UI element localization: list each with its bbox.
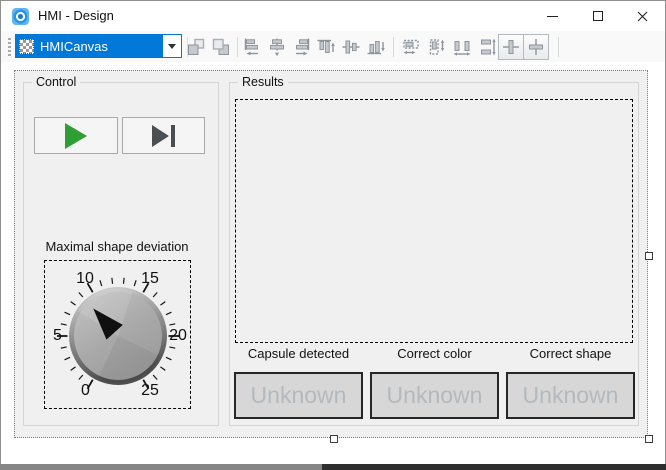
knob-scale-label: 20 [169,327,187,345]
align-bottoms-icon [366,37,386,57]
canvas-selector-combobox[interactable]: HMICanvas [15,34,182,58]
combobox-dropdown-button[interactable] [162,35,181,57]
knob-scale-label: 10 [76,270,94,288]
knob-scale-label: 25 [141,382,159,400]
align-centers-button[interactable] [264,34,290,60]
close-button[interactable] [620,1,665,31]
knob-scale-label: 15 [141,270,159,288]
close-icon [637,11,648,22]
make-same-width-icon [401,37,421,57]
horizontal-spacing-button[interactable] [449,34,475,60]
minimize-button[interactable] [530,1,575,31]
toolbar-separator [558,37,559,57]
screenshot: HMI - Design HMICanvas [0,0,666,470]
align-lefts-button[interactable] [239,34,265,60]
send-to-back-icon [211,37,231,57]
indicator-value: Unknown [523,382,619,409]
indicator-value: Unknown [387,382,483,409]
bring-to-front-button[interactable] [183,34,209,60]
indicator-label-shape: Correct shape [506,346,635,361]
center-horizontally-icon [501,37,521,57]
canvas-thumbnail-icon [19,39,34,54]
make-same-height-icon [427,37,447,57]
vertical-spacing-icon [477,37,497,57]
align-middles-button[interactable] [338,34,364,60]
indicator-panel-capsule[interactable]: Unknown [234,372,363,419]
toolbar-separator [237,37,238,57]
align-centers-icon [267,37,287,57]
align-lefts-icon [242,37,262,57]
align-tops-icon [316,37,336,57]
title-bar[interactable]: HMI - Design [1,1,665,31]
play-icon [65,123,87,149]
step-button[interactable] [122,117,205,154]
app-icon [12,8,29,25]
window-title: HMI - Design [38,1,114,31]
indicator-panel-color[interactable]: Unknown [370,372,499,419]
horizontal-spacing-icon [452,37,472,57]
indicator-panel-shape[interactable]: Unknown [506,372,635,419]
toolbar-grip[interactable] [8,38,11,56]
hmi-canvas[interactable]: Control Maximal shape deviation [14,70,648,438]
center-horizontally-button[interactable] [498,34,524,60]
resize-handle-bottom[interactable] [330,435,338,443]
align-middles-icon [341,37,361,57]
combobox-selection: HMICanvas [16,35,162,57]
align-bottoms-button[interactable] [363,34,389,60]
combobox-value: HMICanvas [40,39,108,54]
toolbar-separator [393,37,394,57]
center-vertically-icon [526,37,546,57]
knob-scale-label: 5 [53,327,62,345]
designer-toolbar: HMICanvas [1,31,665,62]
control-groupbox-label: Control [32,75,80,89]
center-vertically-button[interactable] [523,34,549,60]
results-groupbox-label: Results [238,75,288,89]
desktop-strip-right [322,464,666,470]
align-tops-button[interactable] [313,34,339,60]
vertical-spacing-button[interactable] [474,34,500,60]
align-rights-button[interactable] [289,34,315,60]
knob-label: Maximal shape deviation [45,239,188,254]
bring-to-front-icon [186,37,206,57]
results-picturebox[interactable] [235,99,633,343]
chevron-down-icon [168,44,176,49]
play-button[interactable] [34,117,118,154]
minimize-icon [547,16,558,17]
resize-handle-corner[interactable] [645,435,653,443]
app-window: HMI - Design HMICanvas [0,0,666,464]
indicator-label-capsule: Capsule detected [234,346,363,361]
maximize-button[interactable] [575,1,620,31]
send-to-back-button[interactable] [208,34,234,60]
resize-handle-right[interactable] [645,252,653,260]
window-controls [530,1,665,31]
make-same-width-button[interactable] [398,34,424,60]
indicator-label-color: Correct color [370,346,499,361]
maximize-icon [593,11,603,21]
indicator-value: Unknown [251,382,347,409]
step-forward-icon [152,125,175,147]
knob-scale-label: 0 [81,382,90,400]
desktop-strip-left [0,464,322,470]
align-rights-icon [292,37,312,57]
designer-background: Control Maximal shape deviation [1,62,665,464]
make-same-height-button[interactable] [424,34,450,60]
